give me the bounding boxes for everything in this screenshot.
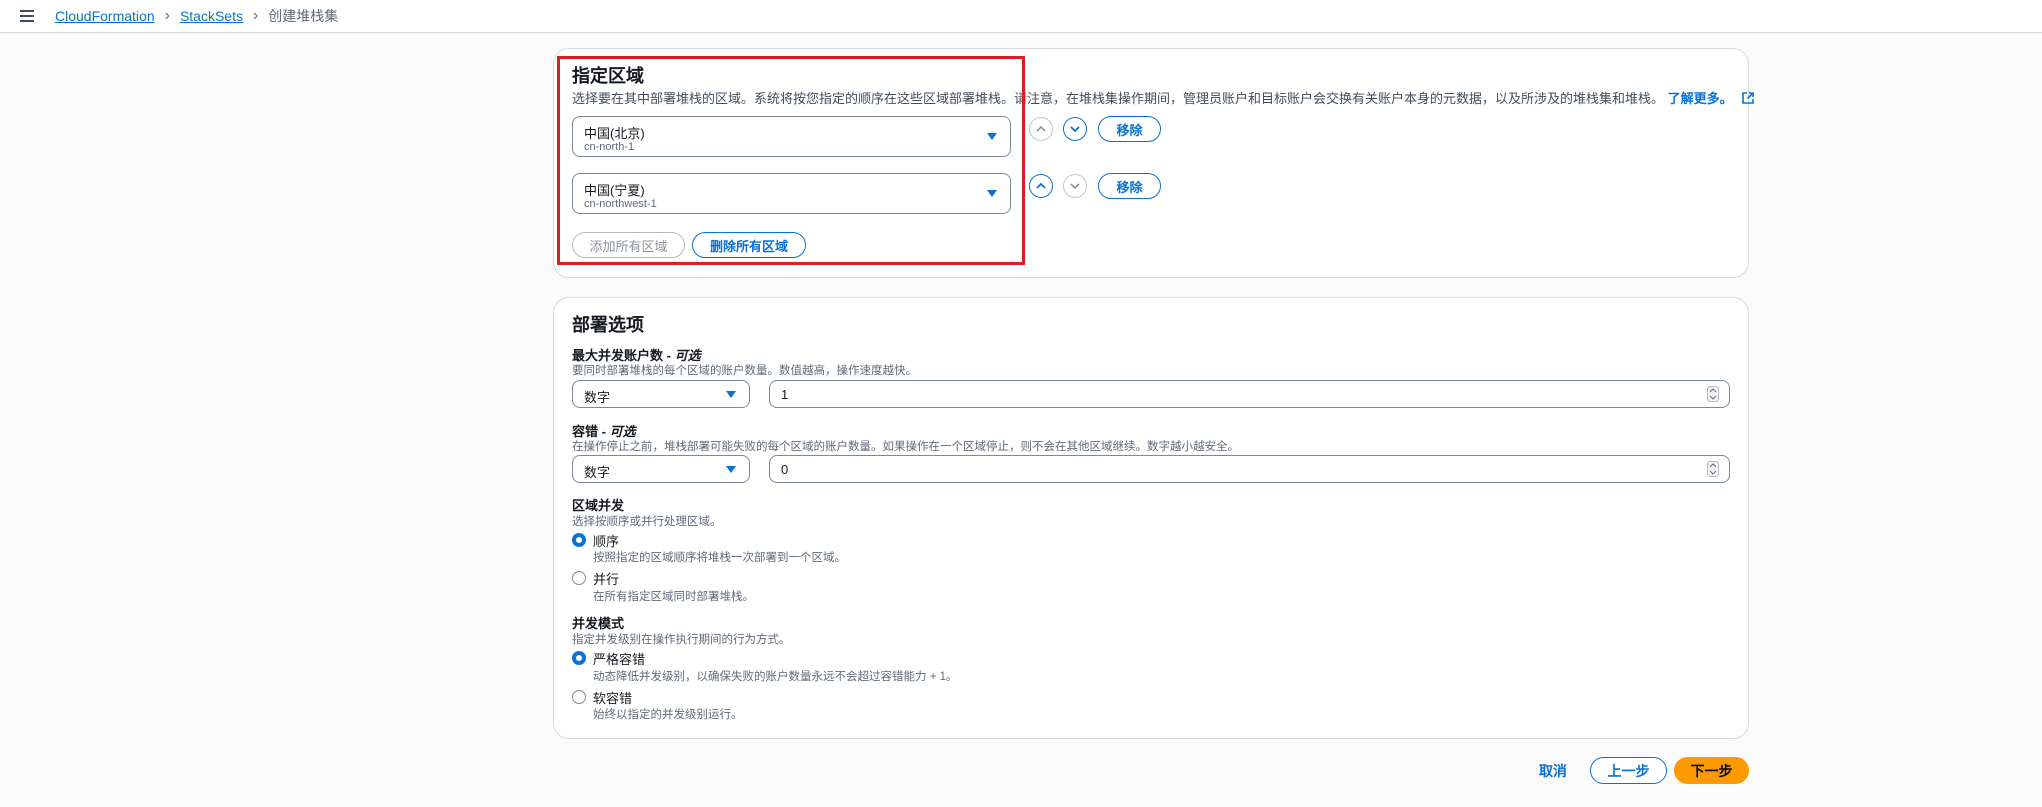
chevron-up-icon (1036, 125, 1046, 132)
move-down-button[interactable] (1063, 117, 1087, 141)
add-all-regions-button[interactable]: 添加所有区域 (572, 232, 685, 258)
max-concurrent-type-select[interactable]: 数字 (572, 380, 750, 408)
external-link-icon[interactable] (1742, 92, 1755, 104)
chevron-up-icon (1036, 182, 1046, 189)
failure-tolerance-type-select[interactable]: 数字 (572, 455, 750, 483)
radio-sequential-label[interactable]: 顺序 (593, 531, 619, 550)
radio-strict-help: 动态降低并发级别，以确保失败的账户数量永远不会超过容错能力 + 1。 (593, 671, 958, 683)
input-value: 0 (781, 462, 789, 477)
radio-soft-label[interactable]: 软容错 (593, 688, 632, 707)
move-up-button[interactable] (1029, 117, 1053, 141)
radio-sequential[interactable] (572, 533, 586, 547)
radio-parallel-help: 在所有指定区域同时部署堆栈。 (593, 591, 754, 603)
radio-soft-failure-tolerance[interactable] (572, 690, 586, 704)
region-concurrency-label: 区域并发 (572, 498, 625, 513)
max-concurrent-input[interactable]: 1 (769, 380, 1730, 408)
caret-down-icon (987, 133, 997, 140)
input-value: 1 (781, 387, 789, 402)
max-concurrent-label-text: 最大并发账户数 - (572, 348, 675, 363)
radio-soft-help: 始终以指定的并发级别运行。 (593, 709, 743, 721)
region-code: cn-northwest-1 (584, 198, 657, 210)
chevron-right-icon: › (164, 7, 170, 24)
radio-strict-label[interactable]: 严格容错 (593, 649, 645, 668)
remove-region-1-button[interactable]: 移除 (1098, 116, 1161, 142)
chevron-down-icon (1070, 183, 1080, 190)
previous-button[interactable]: 上一步 (1590, 757, 1667, 784)
deployment-section-title: 部署选项 (572, 315, 644, 335)
caret-down-icon (726, 466, 736, 473)
failure-tolerance-label-text: 容错 - (572, 424, 610, 439)
failure-tolerance-input[interactable]: 0 (769, 455, 1730, 483)
move-up-button[interactable] (1029, 174, 1053, 198)
radio-strict-failure-tolerance[interactable] (572, 651, 586, 665)
chevron-down-icon (1070, 126, 1080, 133)
number-spinner-icon[interactable] (1707, 461, 1719, 477)
caret-down-icon (726, 391, 736, 398)
top-navigation-bar: CloudFormation › StackSets › 创建堆栈集 (0, 0, 2042, 33)
learn-more-link[interactable]: 了解更多。 (1668, 91, 1733, 106)
concurrency-mode-label: 并发模式 (572, 616, 625, 631)
region-name: 中国(北京) (584, 126, 645, 141)
region-name: 中国(宁夏) (584, 183, 645, 198)
select-value: 数字 (584, 390, 611, 405)
remove-all-regions-button[interactable]: 删除所有区域 (692, 232, 806, 258)
radio-parallel-label[interactable]: 并行 (593, 569, 619, 588)
number-spinner-icon[interactable] (1707, 386, 1719, 402)
region-concurrency-help: 选择按顺序或并行处理区域。 (572, 516, 722, 528)
radio-parallel[interactable] (572, 571, 586, 585)
breadcrumb-cloudformation[interactable]: CloudFormation (55, 8, 155, 24)
cancel-button[interactable]: 取消 (1539, 761, 1567, 781)
menu-icon[interactable] (20, 10, 36, 22)
remove-region-2-button[interactable]: 移除 (1098, 173, 1161, 199)
breadcrumb-stacksets[interactable]: StackSets (180, 8, 243, 24)
optional-tag: 可选 (609, 424, 636, 439)
chevron-right-icon: › (252, 7, 259, 24)
optional-tag: 可选 (674, 348, 701, 363)
regions-description-text: 选择要在其中部署堆栈的区域。系统将按您指定的顺序在这些区域部署堆栈。请注意，在堆… (572, 91, 1665, 106)
concurrency-mode-help: 指定并发级别在操作执行期间的行为方式。 (572, 634, 791, 646)
select-value: 数字 (584, 465, 611, 480)
caret-down-icon (987, 190, 997, 197)
next-button[interactable]: 下一步 (1674, 757, 1749, 784)
radio-sequential-help: 按照指定的区域顺序将堆栈一次部署到一个区域。 (593, 552, 846, 564)
region-select-2[interactable]: 中国(宁夏) cn-northwest-1 (572, 173, 1011, 214)
region-select-1[interactable]: 中国(北京) cn-north-1 (572, 116, 1011, 157)
regions-section-description: 选择要在其中部署堆栈的区域。系统将按您指定的顺序在这些区域部署堆栈。请注意，在堆… (572, 88, 1755, 107)
max-concurrent-help: 要同时部署堆栈的每个区域的账户数量。数值越高，操作速度越快。 (572, 365, 917, 377)
region-code: cn-north-1 (584, 141, 635, 153)
breadcrumb-current: 创建堆栈集 (268, 8, 339, 24)
failure-tolerance-help: 在操作停止之前，堆栈部署可能失败的每个区域的账户数量。如果操作在一个区域停止，则… (572, 441, 1239, 453)
move-down-button[interactable] (1063, 174, 1087, 198)
regions-section-title: 指定区域 (572, 66, 644, 86)
